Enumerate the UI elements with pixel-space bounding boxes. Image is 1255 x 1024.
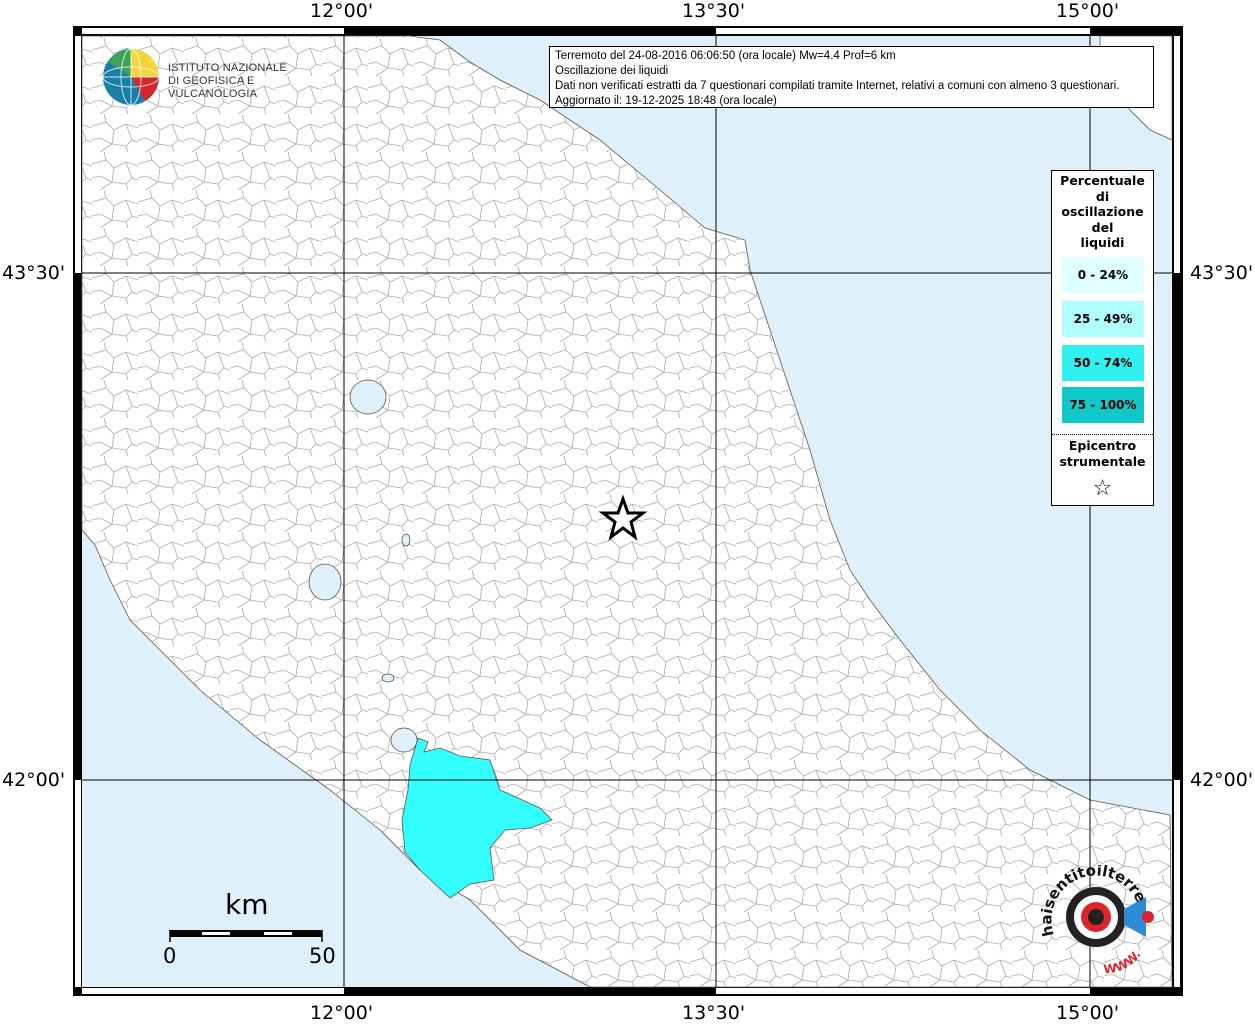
- ingv-logo: ISTITUTO NAZIONALE DI GEOFISICA E VULCAN…: [100, 46, 320, 110]
- event-info-box: Terremoto del 24-08-2016 06:06:50 (ora l…: [549, 46, 1154, 108]
- lon-label-bottom-3: 15°00': [1056, 1002, 1120, 1024]
- lake-bolsena: [308, 563, 342, 601]
- scale-unit: km: [225, 888, 269, 921]
- lake-piediluco: [381, 673, 395, 683]
- scale-min: 0: [163, 944, 177, 968]
- legend-box: Percentuale di oscillazione del liquidi …: [1051, 170, 1154, 506]
- legend-title-line: oscillazione: [1061, 204, 1144, 219]
- lon-label-bottom-1: 12°00': [310, 1002, 374, 1024]
- lon-label-top-3: 15°00': [1056, 0, 1120, 22]
- legend-separator: [1052, 434, 1153, 435]
- lake-vico: [401, 533, 411, 547]
- logo-line-1: ISTITUTO NAZIONALE: [168, 62, 287, 74]
- lon-label-bottom-2: 13°30': [682, 1002, 746, 1024]
- hai-sentito-logo[interactable]: haisentitoilterremoto.it WWW.: [1028, 851, 1166, 977]
- legend-star-icon: ☆: [1092, 476, 1113, 501]
- legend-title-line: Percentuale: [1060, 173, 1145, 188]
- legend-item-0-24: 0 - 24%: [1062, 257, 1144, 293]
- lon-label-top-1: 12°00': [310, 0, 374, 22]
- hai-sentito-www: WWW.: [1103, 948, 1144, 977]
- legend-epicenter-line: strumentale: [1059, 454, 1146, 469]
- event-parameter: Oscillazione dei liquidi: [555, 65, 669, 77]
- ingv-globe-icon: [102, 48, 160, 106]
- legend-epicenter-line: Epicentro: [1068, 438, 1137, 453]
- scale-max: 50: [309, 944, 336, 968]
- logo-line-2: DI GEOFISICA E VULCANOLOGIA: [168, 75, 258, 100]
- legend-title-line: di: [1095, 188, 1110, 204]
- legend-item-50-74: 50 - 74%: [1062, 345, 1144, 381]
- legend-title-line: del: [1091, 219, 1114, 235]
- lat-label-left-1: 43°30': [2, 262, 66, 284]
- target-megaphone-icon: haisentitoilterremoto.it WWW.: [1028, 851, 1154, 977]
- legend-epicenter-label: Epicentro strumentale: [1052, 438, 1153, 470]
- event-title: Terremoto del 24-08-2016 06:06:50 (ora l…: [555, 50, 896, 62]
- lake-trasimeno: [349, 379, 387, 415]
- lat-label-right-2: 42°00': [1190, 769, 1254, 791]
- legend-item-75-100: 75 - 100%: [1062, 387, 1144, 423]
- lon-label-top-2: 13°30': [682, 0, 746, 22]
- event-note: Dati non verificati estratti da 7 questi…: [555, 80, 1120, 92]
- lake-bracciano: [390, 727, 418, 753]
- legend-title-line: liquidi: [1080, 235, 1125, 250]
- svg-text:WWW.: WWW.: [1103, 948, 1144, 975]
- legend-title: Percentuale di oscillazione del liquidi: [1052, 173, 1153, 251]
- legend-item-25-49: 25 - 49%: [1062, 301, 1144, 337]
- lat-label-right-1: 43°30': [1190, 262, 1254, 284]
- lat-label-left-2: 42°00': [2, 769, 66, 791]
- event-updated: Aggiornato il: 19-12-2025 18:48 (ora loc…: [555, 95, 777, 107]
